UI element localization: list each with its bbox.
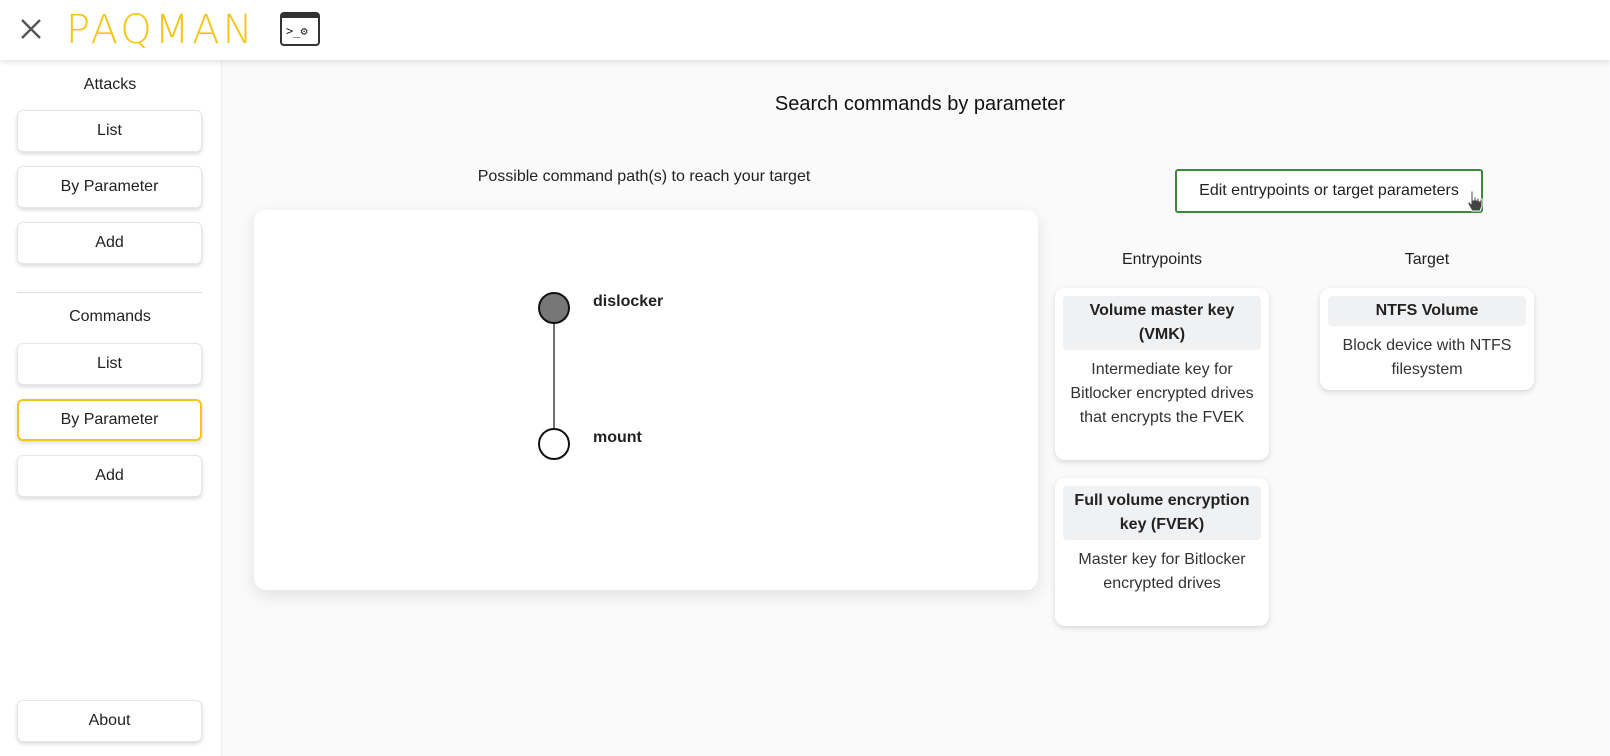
target-card-ntfs[interactable]: NTFS Volume Block device with NTFS files… bbox=[1320, 288, 1534, 390]
entrypoint-name: Full volume encryption key (FVEK) bbox=[1063, 486, 1261, 540]
attacks-section-title: Attacks bbox=[83, 76, 137, 93]
entrypoint-description: Intermediate key for Bitlocker encrypted… bbox=[1070, 361, 1254, 426]
terminal-gear-icon: >_⚙ bbox=[280, 12, 320, 46]
entrypoint-card-vmk[interactable]: Volume master key (VMK) Intermediate key… bbox=[1055, 288, 1269, 460]
commands-add-button[interactable]: Add bbox=[17, 455, 202, 497]
sidebar-divider bbox=[17, 292, 202, 293]
entrypoint-name: Volume master key (VMK) bbox=[1063, 296, 1261, 350]
attacks-add-button[interactable]: Add bbox=[17, 222, 202, 264]
attacks-by-parameter-button[interactable]: By Parameter bbox=[17, 166, 202, 208]
entrypoints-title: Entrypoints bbox=[1121, 251, 1203, 268]
target-title: Target bbox=[1404, 251, 1450, 268]
commands-by-parameter-button[interactable]: By Parameter bbox=[17, 399, 202, 441]
top-bar: PAQMAN >_⚙ bbox=[0, 0, 1610, 60]
graph-node-dislocker[interactable] bbox=[538, 292, 570, 324]
graph-node-label-mount: mount bbox=[593, 429, 642, 446]
graph-node-label-dislocker: dislocker bbox=[593, 293, 664, 310]
commands-list-button[interactable]: List bbox=[17, 343, 202, 385]
main-content: Search commands by parameter Possible co… bbox=[222, 60, 1610, 756]
about-button[interactable]: About bbox=[17, 700, 202, 742]
graph-canvas bbox=[538, 292, 570, 460]
graph-caption: Possible command path(s) to reach your t… bbox=[477, 168, 811, 185]
page-title: Search commands by parameter bbox=[774, 93, 1066, 115]
target-name: NTFS Volume bbox=[1328, 296, 1526, 326]
target-description: Block device with NTFS filesystem bbox=[1342, 337, 1512, 378]
graph-node-mount[interactable] bbox=[538, 428, 570, 460]
edit-parameters-button[interactable]: Edit entrypoints or target parameters bbox=[1175, 169, 1483, 213]
sidebar: Attacks List By Parameter Add Commands L… bbox=[0, 60, 222, 756]
attacks-list-button[interactable]: List bbox=[17, 110, 202, 152]
hand-cursor-icon bbox=[1467, 190, 1483, 212]
command-path-graph: dislocker mount bbox=[254, 210, 1038, 590]
entrypoint-card-fvek[interactable]: Full volume encryption key (FVEK) Master… bbox=[1055, 478, 1269, 626]
entrypoint-description: Master key for Bitlocker encrypted drive… bbox=[1078, 551, 1246, 592]
app-logo: PAQMAN bbox=[66, 7, 256, 53]
commands-section-title: Commands bbox=[69, 308, 151, 325]
close-icon[interactable] bbox=[16, 14, 46, 44]
